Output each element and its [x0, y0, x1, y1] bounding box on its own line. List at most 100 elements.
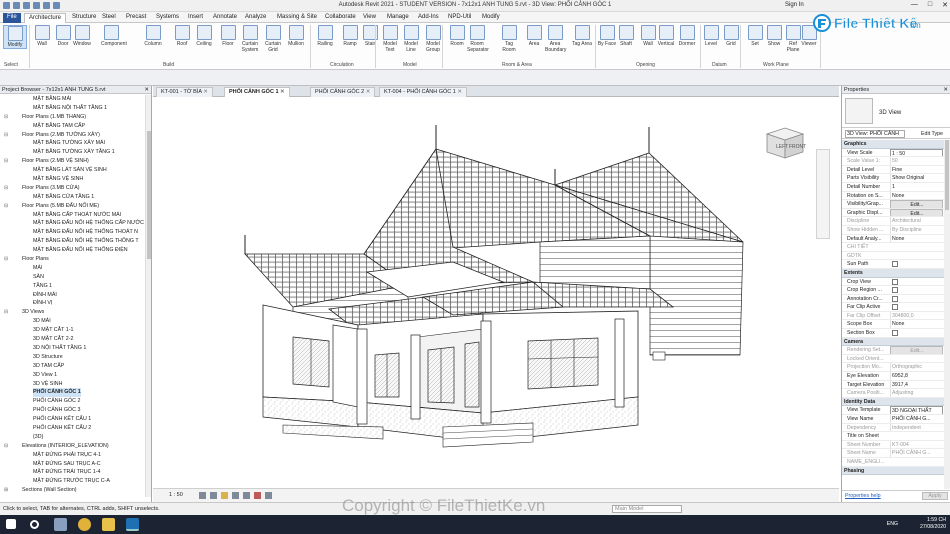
ribbon-group-label[interactable]: Circulation	[330, 62, 354, 68]
property-value[interactable]: None	[890, 320, 943, 329]
windows-start-icon[interactable]	[6, 519, 16, 529]
property-row[interactable]: Scope Box None	[842, 320, 944, 330]
browser-view-item[interactable]: MẶT ĐỨNG SAU TRỤC A-C	[0, 460, 146, 469]
property-row[interactable]: Rendering Set... Edit...	[842, 346, 944, 355]
expand-toggle-icon[interactable]: ⊟	[4, 157, 8, 166]
view-control-icons[interactable]	[199, 492, 272, 499]
ribbon-button-room[interactable]: Room	[447, 25, 467, 47]
property-row[interactable]: Detail Level Fine	[842, 165, 944, 175]
ribbon-tab-manage[interactable]: Manage	[383, 13, 413, 23]
browser-view-item[interactable]: PHỐI CẢNH GÓC 3	[0, 406, 146, 415]
property-value[interactable]: Independent	[890, 423, 943, 432]
properties-scrollbar[interactable]	[944, 140, 950, 489]
browser-view-item[interactable]: TẦNG 1	[0, 282, 146, 291]
ribbon-button-vertical[interactable]: Vertical	[656, 25, 676, 47]
property-row[interactable]: Detail Number 1	[842, 182, 944, 192]
browser-view-item[interactable]: PHỐI CẢNH GÓC 1	[0, 388, 146, 398]
property-row[interactable]: Crop Region ...	[842, 286, 944, 295]
property-value[interactable]: 1 : 50	[890, 148, 943, 157]
property-row[interactable]: Crop View	[842, 278, 944, 287]
ribbon-button-shaft[interactable]: Shaft	[616, 25, 636, 47]
browser-view-item[interactable]: MẶT BẰNG TƯỜNG XÂY TẦNG 1	[0, 148, 146, 157]
expand-toggle-icon[interactable]: ⊟	[4, 184, 8, 193]
browser-view-item[interactable]: 3D MẶT CẮT 1-1	[0, 326, 146, 335]
ribbon-tab-architecture[interactable]: Architecture	[24, 13, 67, 23]
property-row[interactable]: NAME_ENGLI...	[842, 458, 944, 467]
expand-toggle-icon[interactable]: ⊞	[4, 486, 8, 495]
expand-toggle-icon[interactable]: ⊟	[4, 131, 8, 140]
ribbon-group-label[interactable]: Select	[4, 62, 18, 68]
browser-view-item[interactable]: MẶT BẰNG LÁT SÀN VỆ SINH	[0, 166, 146, 175]
ribbon-button-area[interactable]: Area	[524, 25, 544, 47]
ribbon-button-grid[interactable]: Grid	[721, 25, 741, 47]
browser-view-item[interactable]: PHỐI CẢNH GÓC 2	[0, 397, 146, 406]
ribbon-tab-view[interactable]: View	[359, 13, 380, 23]
browser-view-item[interactable]: 3D NỘI THẤT TẦNG 1	[0, 344, 146, 353]
ribbon-button-component[interactable]: Component	[101, 25, 127, 47]
search-icon[interactable]	[30, 520, 39, 529]
property-value[interactable]: PHỐI CẢNH G...	[890, 415, 943, 423]
property-row[interactable]: Visibility/Grap... Edit...	[842, 200, 944, 209]
expand-toggle-icon[interactable]: ⊟	[4, 113, 8, 122]
ribbon-button-column[interactable]: Column	[143, 25, 163, 47]
property-row[interactable]: Graphic Displ... Edit...	[842, 208, 944, 218]
ribbon-button-curtain-system[interactable]: Curtain System	[240, 25, 260, 53]
browser-view-item[interactable]: MẶT BẰNG TAM CẤP	[0, 122, 146, 131]
property-row[interactable]: Section Box	[842, 329, 944, 338]
view-tab[interactable]: KT-004 - PHỐI CẢNH GÓC 1 ✕	[379, 87, 467, 97]
language-indicator[interactable]: ENG	[887, 521, 898, 528]
expand-toggle-icon[interactable]: ⊟	[4, 255, 8, 264]
apply-button[interactable]: Apply	[922, 492, 948, 500]
ribbon-button-railing[interactable]: Railing	[315, 25, 335, 47]
sign-in-link[interactable]: Sign In	[785, 2, 804, 8]
close-tab-icon[interactable]: ✕	[456, 89, 462, 95]
ribbon-button-model-group[interactable]: Model Group	[423, 25, 443, 53]
browser-view-item[interactable]: 3D VỆ SINH	[0, 380, 146, 389]
property-value[interactable]: Edit...	[890, 200, 943, 208]
ribbon-button-model-text[interactable]: Model Text	[380, 25, 400, 53]
browser-category[interactable]: ⊟ Elevations (INTERIOR_ELEVATION)	[0, 442, 146, 451]
property-row[interactable]: View Name PHỐI CẢNH G...	[842, 415, 944, 424]
property-row[interactable]: Dependency Independent	[842, 423, 944, 433]
browser-view-item[interactable]: ĐỈNH VỊ	[0, 299, 146, 308]
properties-help-link[interactable]: Properties help	[845, 493, 881, 499]
view-scale-label[interactable]: 1 : 50	[169, 492, 183, 498]
property-row[interactable]: Target Elevation 3917,4	[842, 380, 944, 390]
property-value[interactable]: None	[890, 191, 943, 200]
ribbon-button-stair[interactable]: Stair	[360, 25, 380, 47]
ribbon-button-set[interactable]: Set	[745, 25, 765, 47]
active-workset[interactable]: Main Model	[612, 505, 682, 513]
ribbon-button-wall[interactable]: Wall	[32, 25, 52, 47]
browser-category[interactable]: ⊟ 3D Views	[0, 308, 146, 317]
ribbon-tab-massing-site[interactable]: Massing & Site	[273, 13, 321, 23]
browser-view-item[interactable]: {3D}	[0, 433, 146, 442]
property-row[interactable]: Title on Sheet	[842, 432, 944, 441]
view-cube[interactable]: LEFT FRONT	[761, 124, 809, 162]
browser-category[interactable]: ⊟ Floor Plans (1.MB THANG)	[0, 113, 146, 122]
browser-view-item[interactable]: PHỐI CẢNH KẾT CẤU 2	[0, 424, 146, 433]
property-row[interactable]: Projection Mo... Orthographic	[842, 363, 944, 373]
ribbon-button-tag-area[interactable]: Tag Area	[572, 25, 592, 47]
ribbon-button-room-separator[interactable]: Room Separator	[467, 25, 489, 53]
ribbon-button-door[interactable]: Door	[53, 25, 73, 47]
ribbon-button-tag-room[interactable]: Tag Room	[499, 25, 519, 53]
ribbon-tab-add-ins[interactable]: Add-Ins	[414, 13, 443, 23]
ribbon-tab-annotate[interactable]: Annotate	[209, 13, 241, 23]
property-checkbox[interactable]	[892, 295, 898, 302]
browser-view-item[interactable]: MẶT BẰNG ĐẤU NỐI HỆ THỐNG THÔNG T	[0, 237, 146, 246]
property-value[interactable]: 3917,4	[890, 380, 943, 389]
browser-view-item[interactable]: 3D MẶT CẮT 2-2	[0, 335, 146, 344]
ribbon-button-mullion[interactable]: Mullion	[286, 25, 306, 47]
ribbon-button-roof[interactable]: Roof	[172, 25, 192, 47]
ribbon-group-label[interactable]: Room & Area	[502, 62, 532, 68]
ribbon-tab-structure[interactable]: Structure	[68, 13, 100, 23]
browser-view-item[interactable]: MẶT BẰNG MÁI	[0, 95, 146, 104]
ribbon-group-label[interactable]: Datum	[712, 62, 727, 68]
browser-view-item[interactable]: MẶT BẰNG VỆ SINH	[0, 175, 146, 184]
browser-view-item[interactable]: 3D TAM CẤP	[0, 362, 146, 371]
browser-view-item[interactable]: 3D Structure	[0, 353, 146, 362]
property-value[interactable]: Edit...	[890, 346, 943, 354]
browser-category[interactable]: ⊟ Floor Plans (2.MB TƯỜNG XÂY)	[0, 131, 146, 140]
property-checkbox[interactable]	[892, 261, 898, 268]
property-row[interactable]: Sheet Number KT-004	[842, 440, 944, 450]
